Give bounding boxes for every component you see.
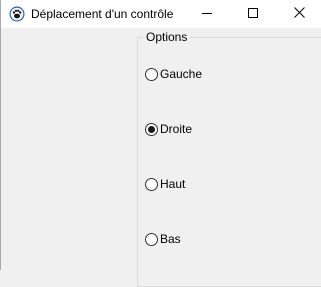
maximize-icon	[248, 7, 258, 21]
radio-haut-circle[interactable]	[145, 177, 158, 191]
radio-bas-label[interactable]: Bas	[160, 232, 181, 246]
radio-haut[interactable]: Haut	[145, 176, 185, 192]
radio-haut-label[interactable]: Haut	[160, 177, 185, 191]
options-group-legend: Options	[143, 30, 191, 44]
minimize-button[interactable]	[184, 0, 230, 28]
radio-bas[interactable]: Bas	[145, 231, 181, 247]
window-title: Déplacement d'un contrôle	[31, 7, 174, 21]
radio-bas-circle[interactable]	[145, 232, 158, 246]
app-window: Déplacement d'un contrôle Options Gauche…	[0, 0, 321, 287]
radio-droite-label[interactable]: Droite	[160, 122, 192, 136]
minimize-icon	[202, 7, 212, 21]
maximize-button[interactable]	[230, 0, 276, 28]
radio-gauche[interactable]: Gauche	[145, 66, 202, 82]
paw-icon[interactable]	[9, 6, 25, 22]
client-area: Options Gauche Droite Haut Bas	[1, 28, 321, 287]
close-icon	[293, 7, 305, 21]
title-bar[interactable]: Déplacement d'un contrôle	[1, 0, 321, 28]
radio-gauche-label[interactable]: Gauche	[160, 67, 202, 81]
radio-gauche-circle[interactable]	[145, 67, 158, 81]
radio-droite[interactable]: Droite	[145, 121, 192, 137]
close-button[interactable]	[276, 0, 321, 28]
radio-droite-circle[interactable]	[145, 122, 158, 136]
